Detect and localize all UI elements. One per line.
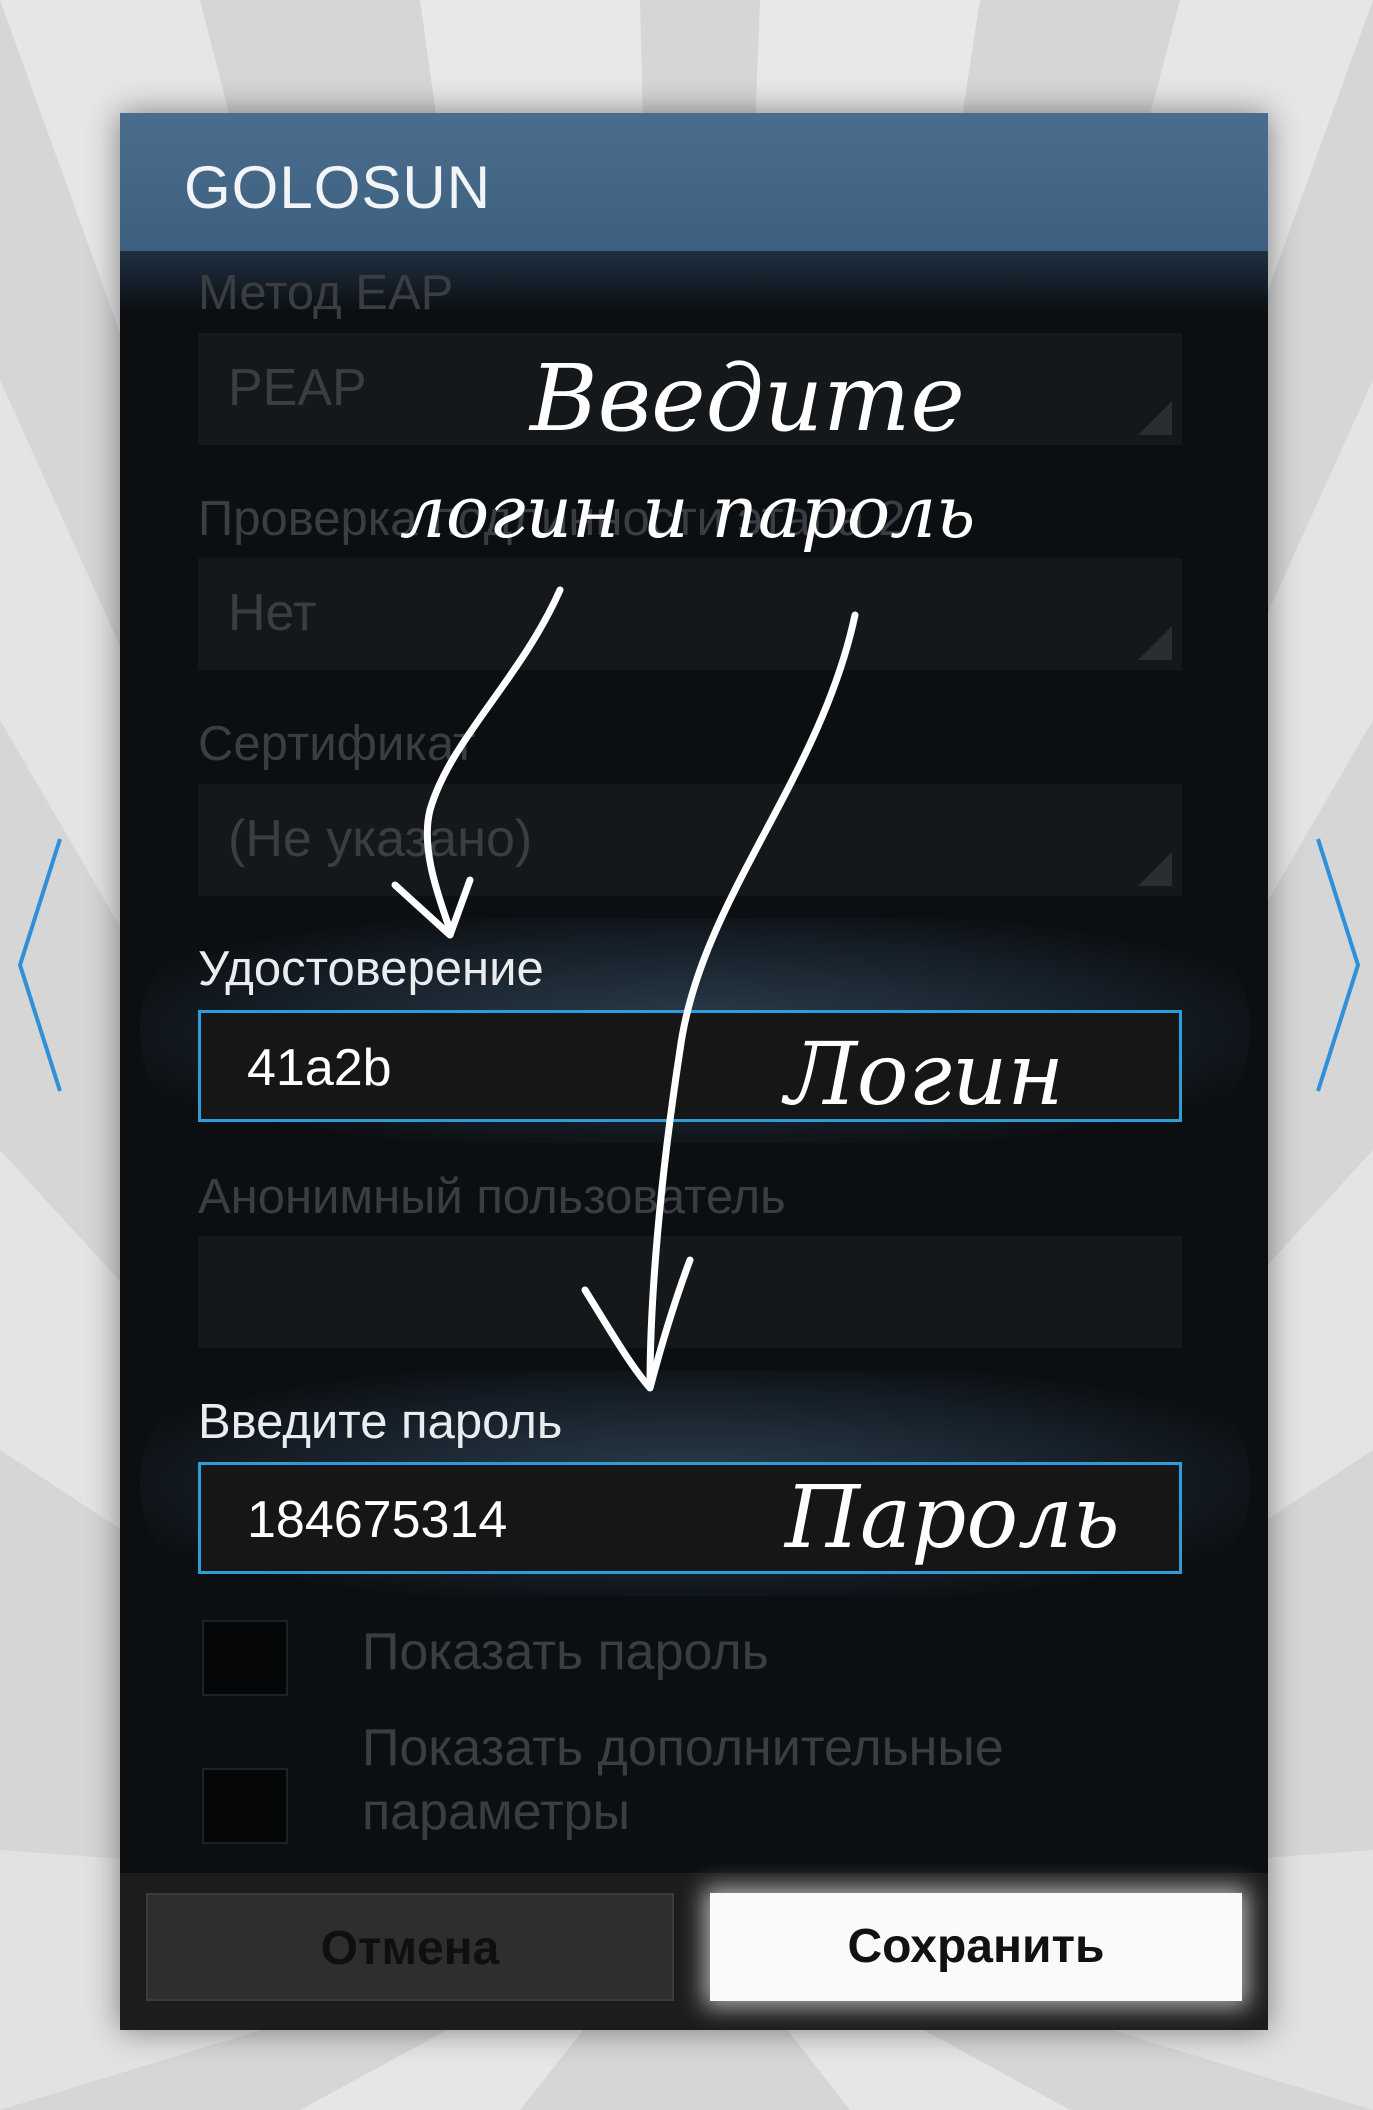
show-advanced-label: Показать дополнительные параметры [362, 1719, 1004, 1841]
password-label: Введите пароль [198, 1395, 563, 1449]
certificate-value: (Не указано) [228, 810, 533, 868]
certificate-dropdown[interactable]: (Не указано) [198, 784, 1182, 896]
save-button[interactable]: Сохранить [710, 1893, 1242, 2001]
certificate-label: Сертификат [198, 717, 476, 771]
dropdown-corner-icon [1138, 401, 1172, 435]
chevron-left-icon[interactable] [14, 835, 66, 1095]
annotation-password-tag: Пароль [785, 1468, 1120, 1568]
screenshot-stage: GOLOSUN Метод EAP PEAP Проверка подлинно… [0, 0, 1373, 2110]
show-password-checkbox[interactable] [202, 1620, 288, 1696]
chevron-right-icon[interactable] [1312, 835, 1364, 1095]
cancel-button[interactable]: Отмена [146, 1893, 674, 2001]
annotation-login-and-password: логин и пароль [400, 470, 976, 554]
annotation-login-tag: Логин [785, 1025, 1065, 1125]
dialog-titlebar: GOLOSUN [120, 113, 1268, 251]
show-advanced-checkbox[interactable] [202, 1768, 288, 1844]
eap-method-value: PEAP [228, 359, 367, 417]
identity-label: Удостоверение [198, 942, 544, 996]
show-password-label: Показать пароль [362, 1623, 769, 1681]
phase2-auth-value: Нет [228, 584, 317, 642]
annotation-enter: Введите [530, 345, 965, 452]
dropdown-corner-icon [1138, 626, 1172, 660]
identity-value: 41a2b [247, 1039, 392, 1097]
dialog-title: GOLOSUN [184, 154, 492, 221]
anonymous-identity-label: Анонимный пользователь [198, 1170, 786, 1224]
button-bar: Отмена Сохранить [120, 1873, 1268, 2030]
password-value: 184675314 [247, 1491, 508, 1549]
anonymous-identity-input[interactable] [198, 1236, 1182, 1348]
dropdown-corner-icon [1138, 852, 1172, 886]
phase2-auth-dropdown[interactable]: Нет [198, 558, 1182, 670]
eap-method-label: Метод EAP [198, 266, 454, 320]
